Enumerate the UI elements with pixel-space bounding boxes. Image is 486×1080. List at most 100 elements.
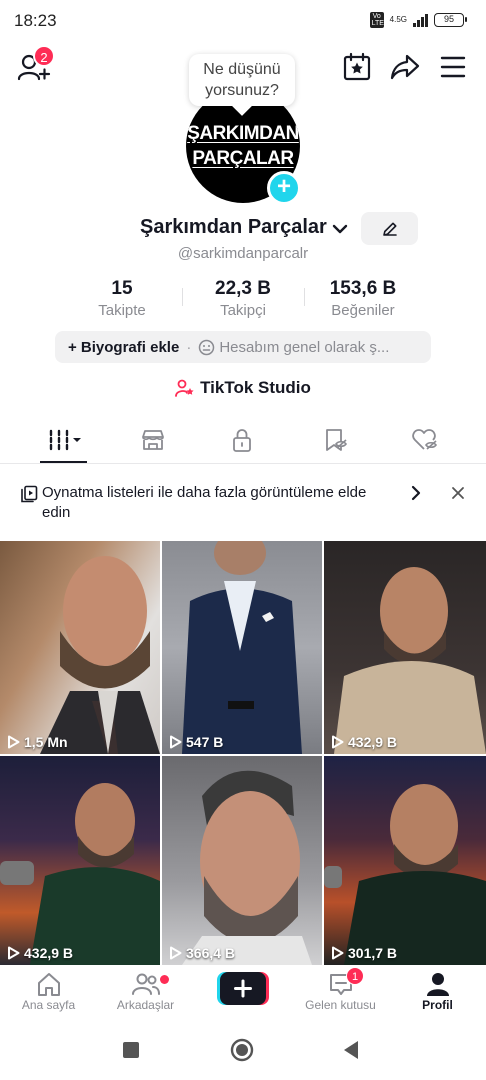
view-count-text: 301,7 B <box>348 945 398 961</box>
play-outline-icon <box>332 946 344 960</box>
view-count: 432,9 B <box>7 945 73 961</box>
tiktok-studio-link[interactable]: TikTok Studio <box>175 378 311 398</box>
view-count: 366,4 B <box>169 945 235 961</box>
view-count-text: 547 B <box>186 734 224 750</box>
chevron-down-icon <box>332 224 348 234</box>
friends-dot-badge <box>160 975 169 984</box>
stat-label: Takipçi <box>220 302 266 319</box>
notification-badge: 2 <box>33 45 55 67</box>
nav-friends[interactable]: Arkadaşlar <box>97 971 194 1012</box>
status-indicators: Vo LTE 4.5G 95 <box>369 12 467 28</box>
view-count-text: 432,9 B <box>24 945 74 961</box>
video-tile[interactable]: 432,9 B <box>324 541 486 754</box>
status-bar: 18:23 Vo LTE 4.5G 95 <box>0 0 486 42</box>
home-circle-icon[interactable] <box>230 1038 254 1062</box>
tab-shop[interactable] <box>133 426 173 454</box>
tab-videos[interactable] <box>40 426 87 454</box>
view-count-text: 432,9 B <box>348 734 398 750</box>
volte-indicator: Vo LTE <box>369 12 384 28</box>
privacy-text: Hesabım genel olarak ş... <box>219 338 390 356</box>
view-count: 301,7 B <box>331 945 397 961</box>
menu-button[interactable] <box>439 54 467 80</box>
pencil-icon <box>382 222 397 236</box>
username: @sarkimdanparcalr <box>177 245 309 262</box>
content-tabs <box>0 418 486 464</box>
bottom-navigation: Ana sayfa Arkadaşlar Gelen kutusu 1 Prof… <box>0 965 486 1021</box>
bubble-text-line1: Ne düşünü <box>203 61 281 78</box>
share-arrow-icon <box>390 54 420 80</box>
tiktok-studio-row: TikTok Studio <box>0 378 486 402</box>
close-icon[interactable] <box>450 485 466 501</box>
share-profile-button[interactable] <box>389 52 421 82</box>
tab-saved[interactable] <box>315 426 355 454</box>
play-outline-icon <box>170 946 182 960</box>
display-name: Şarkımdan Parçalar <box>140 216 327 238</box>
avatar-text-line1: ŞARKIMDAN <box>187 123 299 144</box>
video-grid: 1,5 Mn 547 B 432,9 B 432,9 B 366,4 B 301… <box>0 541 486 965</box>
profile-stats: 15 Takipte 22,3 B Takipçi 153,6 B Beğeni… <box>0 278 486 322</box>
play-outline-icon <box>8 946 20 960</box>
signal-icon <box>413 13 428 27</box>
bookmark-hidden-icon <box>326 429 347 451</box>
playlist-promo-banner[interactable]: Oynatma listeleri ile daha fazla görüntü… <box>0 476 486 532</box>
video-tile[interactable]: 366,4 B <box>162 756 322 965</box>
video-thumbnail <box>40 556 160 754</box>
add-bio-button[interactable]: + Biyografi ekle <box>68 339 179 356</box>
privacy-status[interactable]: Hesabım genel olarak ş... <box>198 339 389 356</box>
smiley-icon <box>199 339 215 355</box>
stat-value: 22,3 B <box>215 278 271 299</box>
nav-profile[interactable]: Profil <box>389 971 486 1012</box>
network-type: 4.5G <box>389 15 407 24</box>
person-star-icon <box>175 379 194 397</box>
video-tile[interactable]: 547 B <box>162 541 322 754</box>
plus-icon: + <box>276 173 291 200</box>
video-tile[interactable]: 301,7 B <box>324 756 486 965</box>
video-thumbnail <box>182 770 312 965</box>
avatar-text-line2: PARÇALAR <box>192 148 294 169</box>
nav-friends-label: Arkadaşlar <box>116 998 175 1012</box>
stat-label: Beğeniler <box>331 302 395 319</box>
battery-icon: 95 <box>434 13 467 27</box>
nav-home[interactable]: Ana sayfa <box>0 971 97 1012</box>
tab-private[interactable] <box>222 426 262 454</box>
thought-bubble[interactable]: Ne düşünü yorsunuz? <box>189 54 295 106</box>
stat-value: 153,6 B <box>329 278 397 299</box>
bio-chip[interactable]: + Biyografi ekle · Hesabım genel olarak … <box>55 331 431 363</box>
separator-dot: · <box>186 338 192 356</box>
calendar-button[interactable] <box>342 52 372 82</box>
add-story-button[interactable]: + <box>267 171 301 205</box>
stat-followers[interactable]: 22,3 B Takipçi <box>183 278 303 319</box>
hamburger-menu-icon <box>440 56 466 78</box>
create-button[interactable] <box>217 972 269 1005</box>
calendar-star-icon <box>343 52 371 81</box>
system-navigation-bar <box>0 1021 486 1080</box>
video-thumbnail <box>334 567 486 754</box>
nav-profile-label: Profil <box>422 998 453 1012</box>
bubble-text-line2: yorsunuz? <box>205 82 279 99</box>
stat-following[interactable]: 15 Takipte <box>62 278 182 319</box>
view-count-text: 366,4 B <box>186 945 236 961</box>
edit-profile-button[interactable] <box>361 212 418 245</box>
back-triangle-icon[interactable] <box>342 1040 360 1060</box>
grid-bars-icon <box>49 429 81 451</box>
status-time: 18:23 <box>14 11 57 30</box>
nav-inbox[interactable]: Gelen kutusu 1 <box>292 967 389 1012</box>
video-tile[interactable]: 1,5 Mn <box>0 541 160 754</box>
video-thumbnail <box>182 541 302 754</box>
friends-icon <box>131 973 160 995</box>
recent-apps-icon[interactable] <box>122 1041 140 1059</box>
create-plus-icon <box>217 972 269 1005</box>
chevron-right-icon[interactable] <box>408 485 424 501</box>
view-count-text: 1,5 Mn <box>24 734 68 750</box>
view-count: 1,5 Mn <box>7 734 68 750</box>
video-tile[interactable]: 432,9 B <box>0 756 160 965</box>
tab-liked[interactable] <box>405 426 445 454</box>
stat-likes[interactable]: 153,6 B Beğeniler <box>303 278 423 319</box>
nav-home-label: Ana sayfa <box>21 998 76 1012</box>
stat-label: Takipte <box>98 302 146 319</box>
profile-icon <box>426 973 449 996</box>
shop-icon <box>142 430 164 450</box>
play-outline-icon <box>8 735 20 749</box>
inbox-badge: 1 <box>346 967 364 985</box>
play-outline-icon <box>170 735 182 749</box>
